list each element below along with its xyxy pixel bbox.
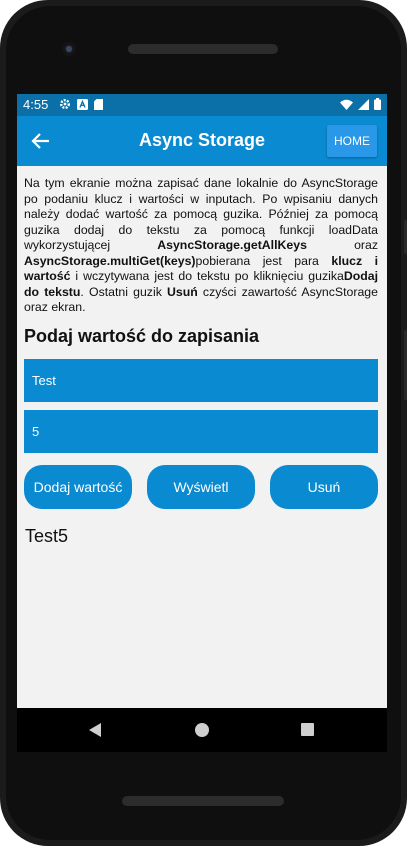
- status-bar: 4:55: [17, 94, 387, 116]
- result-text: Test5: [25, 526, 69, 546]
- value-input[interactable]: 5: [24, 410, 378, 453]
- form-heading: Podaj wartość do zapisania: [24, 326, 260, 346]
- wifi-icon: [340, 99, 353, 110]
- home-button[interactable]: HOME: [327, 125, 377, 157]
- front-camera: [62, 42, 76, 56]
- nav-back-icon[interactable]: [89, 723, 101, 737]
- nav-home-icon[interactable]: [195, 723, 209, 737]
- system-nav-bar: [17, 708, 387, 752]
- earpiece-speaker: [128, 44, 278, 54]
- app-screen: 4:55 Async Storage HOME Na tym ekranie m…: [17, 94, 387, 708]
- sd-card-icon: [94, 98, 103, 110]
- settings-icon: [60, 99, 70, 109]
- signal-icon: [358, 98, 369, 110]
- notification-a-icon: [77, 98, 88, 110]
- remove-button[interactable]: Usuń: [270, 465, 378, 509]
- status-time: 4:55: [23, 97, 49, 112]
- app-bar: Async Storage HOME: [17, 116, 387, 166]
- key-input[interactable]: Test: [24, 359, 378, 402]
- add-value-button[interactable]: Dodaj wartość: [24, 465, 132, 509]
- description-text: Na tym ekranie można zapisać dane lokaln…: [24, 176, 378, 314]
- bottom-speaker: [122, 796, 284, 806]
- battery-icon: [374, 98, 381, 110]
- show-button[interactable]: Wyświetl: [147, 465, 255, 509]
- nav-recents-icon[interactable]: [301, 723, 314, 736]
